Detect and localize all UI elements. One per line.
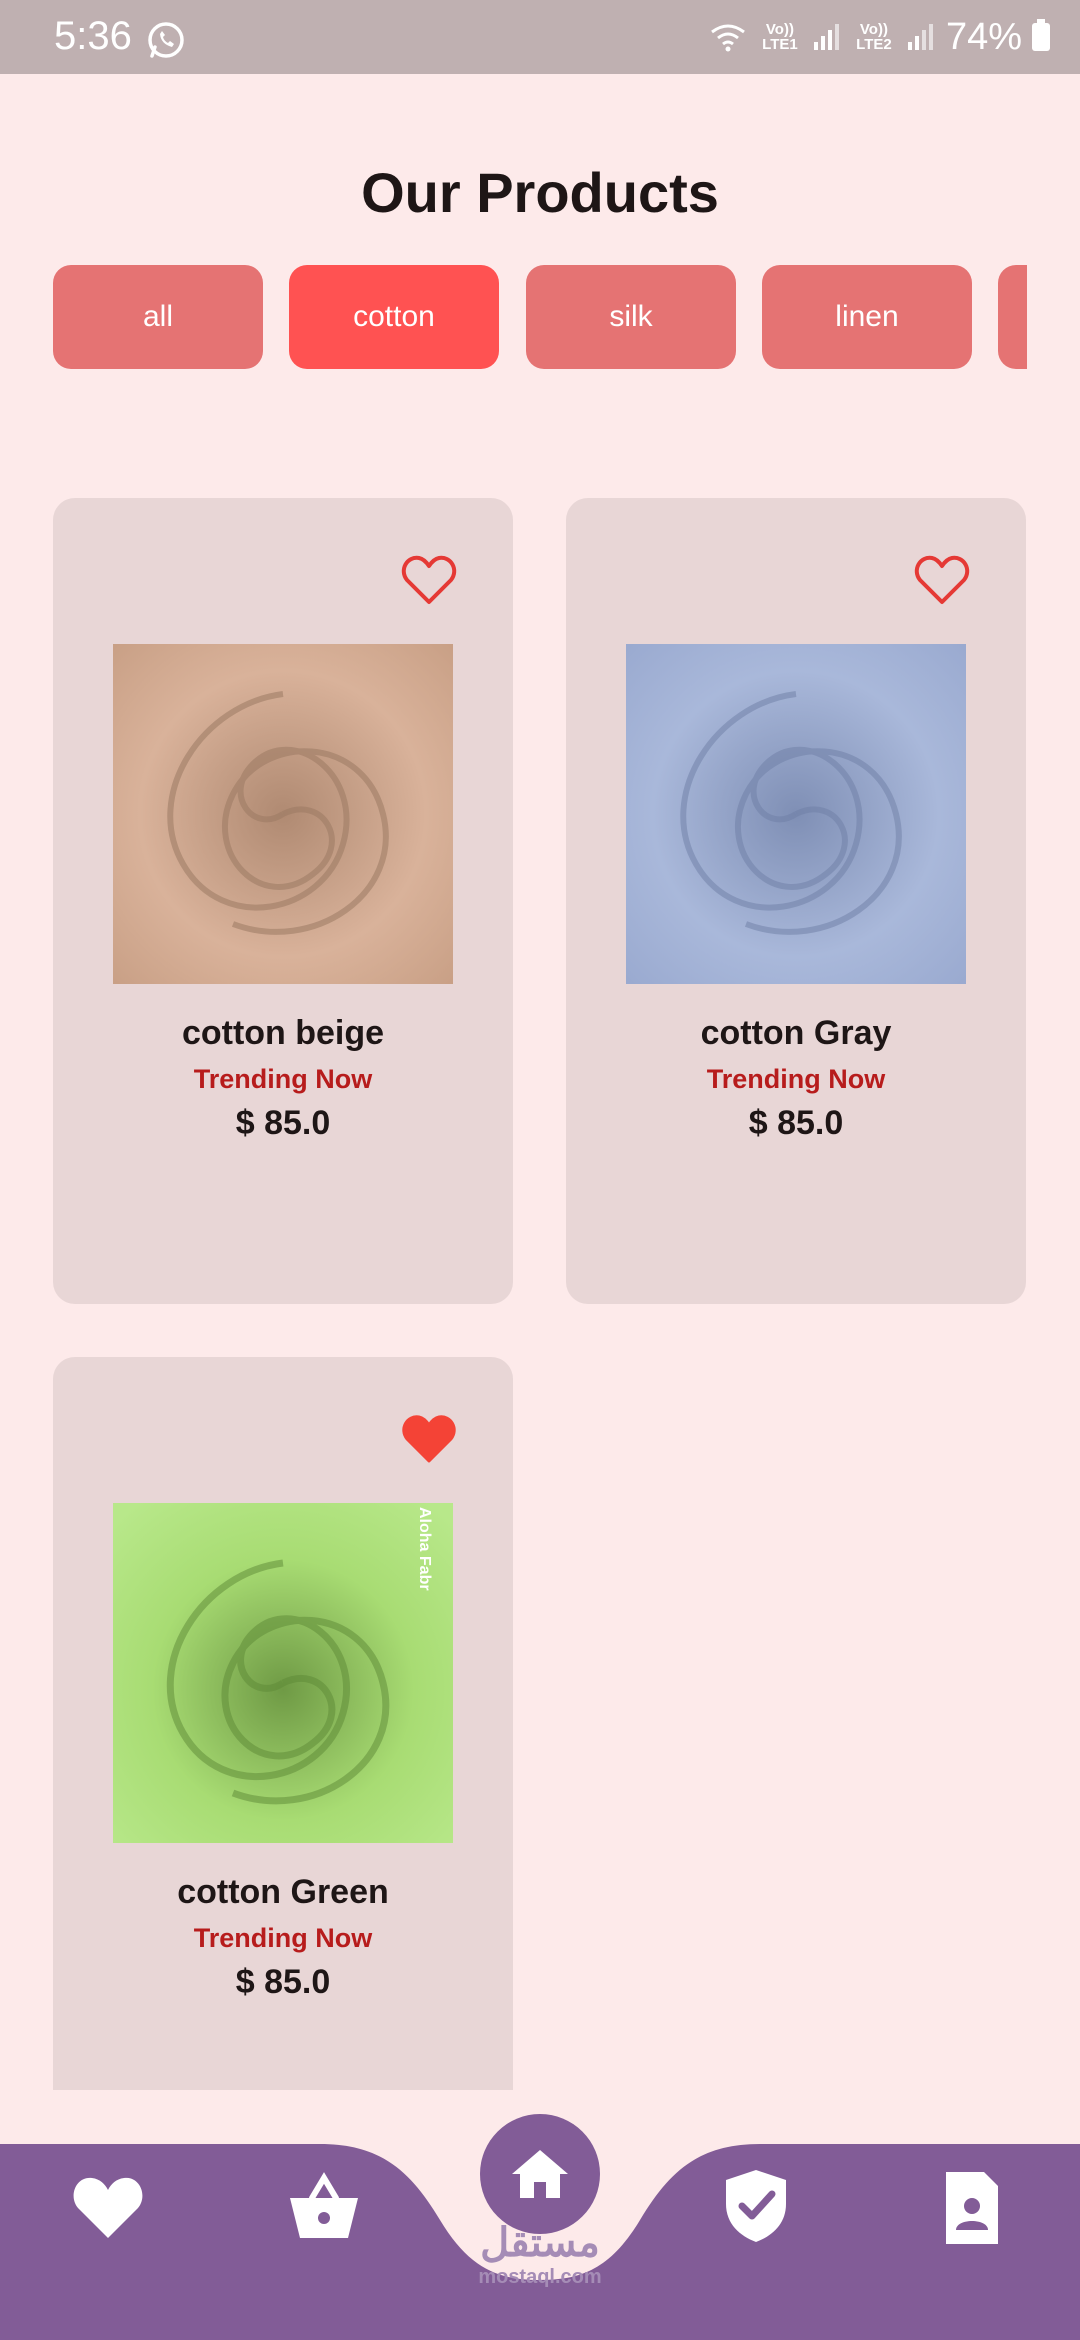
product-card[interactable]: Aloha Fabr cotton Green Trending Now $ 8…	[53, 1357, 513, 2090]
category-chip-linen[interactable]: linen	[762, 265, 972, 369]
trending-label: Trending Now	[706, 1064, 886, 1094]
wifi-icon	[711, 24, 745, 52]
product-price: $ 85.0	[235, 1104, 331, 1142]
product-card[interactable]: cotton beige Trending Now $ 85.0	[53, 498, 513, 1304]
product-price: $ 85.0	[235, 1963, 331, 2001]
favorite-outline-icon[interactable]	[401, 554, 457, 606]
shield-check-icon[interactable]	[716, 2166, 796, 2246]
home-button[interactable]	[480, 2114, 600, 2234]
watermark-arabic: مستقل	[480, 2221, 600, 2265]
category-chip-cotton[interactable]: cotton	[289, 265, 499, 369]
category-filter-row: all cotton silk linen	[53, 265, 1027, 369]
favorite-filled-icon[interactable]	[401, 1413, 457, 1465]
mostaql-watermark: مستقل mostaql.com	[440, 2220, 640, 2289]
page-title: Our Products	[361, 161, 719, 224]
signal-icon	[907, 24, 933, 50]
trending-label: Trending Now	[193, 1923, 373, 1953]
watermark-latin: mostaql.com	[478, 2266, 602, 2288]
category-chip-silk[interactable]: silk	[526, 265, 736, 369]
sim1-network-label: Vo)) LTE1	[762, 21, 798, 53]
profile-document-icon[interactable]	[932, 2168, 1012, 2248]
battery-percentage: 74%	[945, 15, 1022, 58]
product-image-gray-fabric	[626, 644, 966, 984]
status-time: 5:36	[54, 14, 132, 58]
status-icons: Vo)) LTE1 Vo)) LTE2 74%	[708, 12, 1050, 62]
category-chip-all[interactable]: all	[53, 265, 263, 369]
status-bar: 5:36 Vo)) LTE1 Vo)) LTE2 74%	[0, 0, 1080, 74]
product-price: $ 85.0	[748, 1104, 844, 1142]
product-image-green-fabric	[113, 1503, 453, 1843]
product-name: cotton Gray	[700, 1014, 892, 1052]
category-chip-partial[interactable]	[998, 265, 1027, 369]
whatsapp-icon	[148, 22, 184, 58]
favorite-outline-icon[interactable]	[914, 554, 970, 606]
product-name: cotton beige	[181, 1014, 385, 1052]
product-name: cotton Green	[177, 1873, 389, 1911]
heart-icon[interactable]	[68, 2168, 148, 2248]
signal-icon	[813, 24, 839, 50]
home-icon	[512, 2150, 568, 2198]
trending-label: Trending Now	[193, 1064, 373, 1094]
product-image-beige-fabric	[113, 644, 453, 984]
battery-icon	[1032, 19, 1050, 51]
sim2-network-label: Vo)) LTE2	[856, 21, 892, 53]
fabric-brand-watermark: Aloha Fabr	[416, 1507, 433, 1591]
product-card[interactable]: cotton Gray Trending Now $ 85.0	[566, 498, 1026, 1304]
basket-icon[interactable]	[284, 2168, 364, 2248]
